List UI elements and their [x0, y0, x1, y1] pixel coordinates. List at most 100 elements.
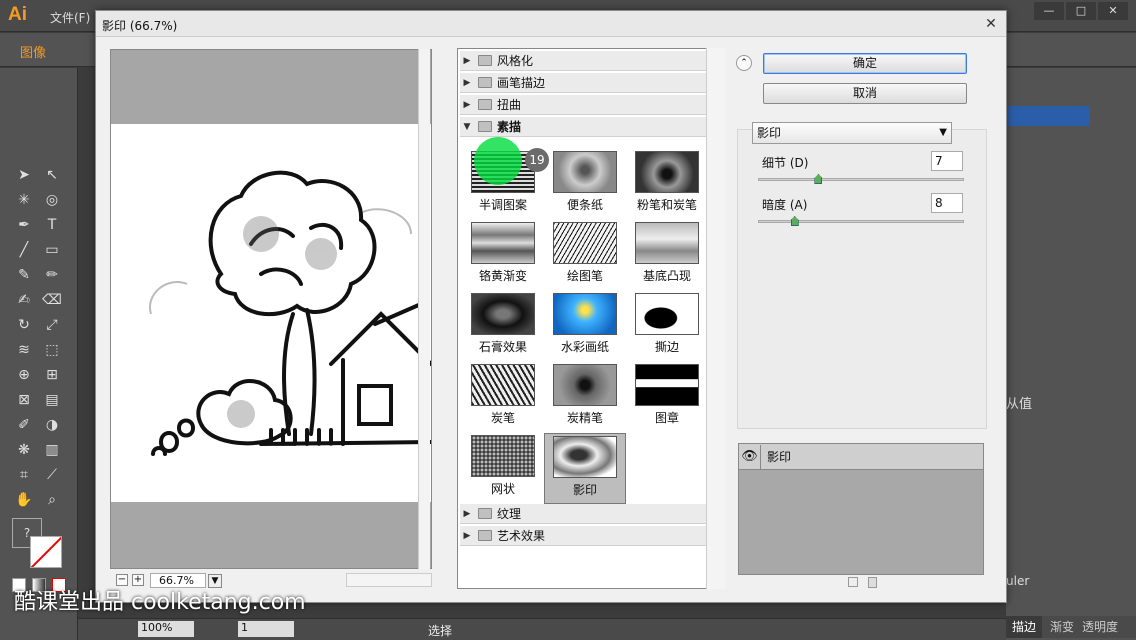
status-zoom[interactable]: 100% [138, 621, 194, 637]
thumb-stamp[interactable]: 图章 [626, 362, 708, 433]
thumbnail-label: 图章 [654, 411, 679, 425]
detail-input[interactable]: 7 [931, 151, 963, 171]
thumb-charcoal[interactable]: 炭笔 [462, 362, 544, 433]
symbol-sprayer-tool-icon[interactable]: ❋ [12, 439, 36, 461]
blob-brush-tool-icon[interactable]: ✍ [12, 289, 36, 311]
close-window-button[interactable]: ✕ [1098, 2, 1128, 20]
thumbnail-label: 半调图案 [478, 198, 527, 212]
thumbnail-image [471, 364, 535, 406]
thumbnail-label: 粉笔和炭笔 [636, 198, 697, 212]
warp-tool-icon[interactable]: ≋ [12, 339, 36, 361]
ok-button[interactable]: 确定 [763, 53, 967, 74]
category-label: 扭曲 [497, 98, 522, 112]
expand-arrow-icon: ▶ [463, 77, 471, 88]
darkness-slider[interactable] [758, 216, 964, 226]
preview-area[interactable] [110, 49, 432, 569]
category-brush-strokes[interactable]: ▶ 画笔描边 [460, 73, 706, 93]
scale-tool-icon[interactable]: ⤢ [40, 314, 64, 336]
category-label: 纹理 [497, 507, 522, 521]
thumbnail-label: 铬黄渐变 [478, 269, 527, 283]
panel-highlight-row[interactable] [1006, 106, 1090, 126]
detail-slider[interactable] [758, 174, 964, 184]
collapse-gallery-icon[interactable]: ⌃ [736, 55, 752, 71]
thumb-note-paper[interactable]: 便条纸 [544, 149, 626, 220]
thumbnail-image [553, 293, 617, 335]
thumb-reticulation[interactable]: 网状 [462, 433, 544, 504]
pencil-tool-icon[interactable]: ✏ [40, 264, 64, 286]
menu-file[interactable]: 文件(F) [50, 9, 90, 26]
pen-tool-icon[interactable]: ✒ [12, 214, 36, 236]
eye-icon[interactable]: 👁 [739, 444, 761, 469]
detail-slider-thumb[interactable] [814, 174, 823, 184]
lasso-tool-icon[interactable]: ◎ [40, 189, 64, 211]
thumb-water-paper[interactable]: 水彩画纸 [544, 291, 626, 362]
filter-list-scrollbar[interactable] [706, 48, 725, 589]
thumb-graphic-pen[interactable]: 绘图笔 [544, 220, 626, 291]
thumb-plaster[interactable]: 石膏效果 [462, 291, 544, 362]
maximize-button[interactable]: □ [1066, 2, 1096, 20]
preview-scrollbar[interactable] [418, 49, 430, 569]
category-sketch[interactable]: ▼ 素描 [460, 117, 706, 137]
minimize-button[interactable]: — [1034, 2, 1064, 20]
eyedropper-tool-icon[interactable]: ✐ [12, 414, 36, 436]
category-distort[interactable]: ▶ 扭曲 [460, 95, 706, 115]
thumb-chrome[interactable]: 铬黄渐变 [462, 220, 544, 291]
blend-tool-icon[interactable]: ◑ [40, 414, 64, 436]
direct-selection-tool-icon[interactable]: ↖ [40, 164, 64, 186]
tab-gradient[interactable]: 渐变 [1050, 616, 1074, 638]
category-stylize[interactable]: ▶ 风格化 [460, 51, 706, 71]
category-artistic[interactable]: ▶ 艺术效果 [460, 526, 706, 546]
filter-list: ▶ 风格化 ▶ 画笔描边 ▶ 扭曲 ▼ 素描 半调图案 便条纸 粉笔和炭笔 铬黄渐变 绘… [457, 48, 725, 589]
magic-wand-tool-icon[interactable]: ✳ [12, 189, 36, 211]
tab-transparency[interactable]: 透明度 [1082, 616, 1118, 638]
dialog-close-button[interactable]: ✕ [982, 15, 1000, 33]
mesh-tool-icon[interactable]: ⊠ [12, 389, 36, 411]
status-page[interactable]: 1 [238, 621, 294, 637]
effect-layer-row[interactable]: 👁 影印 [739, 444, 983, 470]
tab-stroke[interactable]: 描边 [1006, 616, 1043, 638]
shape-builder-tool-icon[interactable]: ⊕ [12, 364, 36, 386]
folder-icon [478, 99, 492, 110]
darkness-slider-thumb[interactable] [790, 216, 799, 226]
thumbnail-label: 网状 [490, 482, 515, 496]
thumb-bas-relief[interactable]: 基底凸现 [626, 220, 708, 291]
category-texture[interactable]: ▶ 纹理 [460, 504, 706, 524]
folder-open-icon [478, 121, 492, 132]
preview-hscrollbar[interactable] [346, 573, 432, 587]
slice-tool-icon[interactable]: ⟋ [40, 464, 64, 486]
folder-icon [478, 77, 492, 88]
new-effect-layer-icon[interactable] [848, 577, 858, 587]
type-tool-icon[interactable]: T [40, 214, 64, 236]
line-tool-icon[interactable]: ╱ [12, 239, 36, 261]
darkness-input[interactable]: 8 [931, 193, 963, 213]
column-graph-tool-icon[interactable]: ▥ [40, 439, 64, 461]
thumb-chalk-charcoal[interactable]: 粉笔和炭笔 [626, 149, 708, 220]
selection-tool-icon[interactable]: ➤ [12, 164, 36, 186]
perspective-grid-tool-icon[interactable]: ⊞ [40, 364, 64, 386]
stroke-swatch[interactable] [30, 536, 62, 568]
thumb-conte-crayon[interactable]: 炭精笔 [544, 362, 626, 433]
panel-value-text: 从值 [1006, 397, 1033, 412]
rectangle-tool-icon[interactable]: ▭ [40, 239, 64, 261]
expand-arrow-icon: ▶ [463, 55, 471, 66]
thumb-torn-edges[interactable]: 撕边 [626, 291, 708, 362]
hand-tool-icon[interactable]: ✋ [12, 489, 36, 511]
artboard-tool-icon[interactable]: ⌗ [12, 464, 36, 486]
photocopy-illustration [149, 170, 431, 456]
panel-tabs: 描边 渐变 透明度 [1006, 616, 1136, 638]
folder-icon [478, 55, 492, 66]
control-label-image[interactable]: 图像 [20, 42, 46, 61]
status-tool: 选择 [428, 624, 453, 638]
free-transform-tool-icon[interactable]: ⬚ [40, 339, 64, 361]
ruler-tab[interactable]: uler [1006, 574, 1029, 588]
gradient-tool-icon[interactable]: ▤ [40, 389, 64, 411]
eraser-tool-icon[interactable]: ⌫ [40, 289, 64, 311]
zoom-tool-icon[interactable]: ⌕ [40, 489, 64, 511]
delete-effect-layer-icon[interactable] [868, 577, 877, 588]
thumb-photocopy[interactable]: 影印 [544, 433, 626, 504]
rotate-tool-icon[interactable]: ↻ [12, 314, 36, 336]
expand-arrow-icon: ▶ [463, 99, 471, 110]
paintbrush-tool-icon[interactable]: ✎ [12, 264, 36, 286]
filter-select[interactable]: 影印 ▼ [752, 122, 952, 144]
cancel-button[interactable]: 取消 [763, 83, 967, 104]
